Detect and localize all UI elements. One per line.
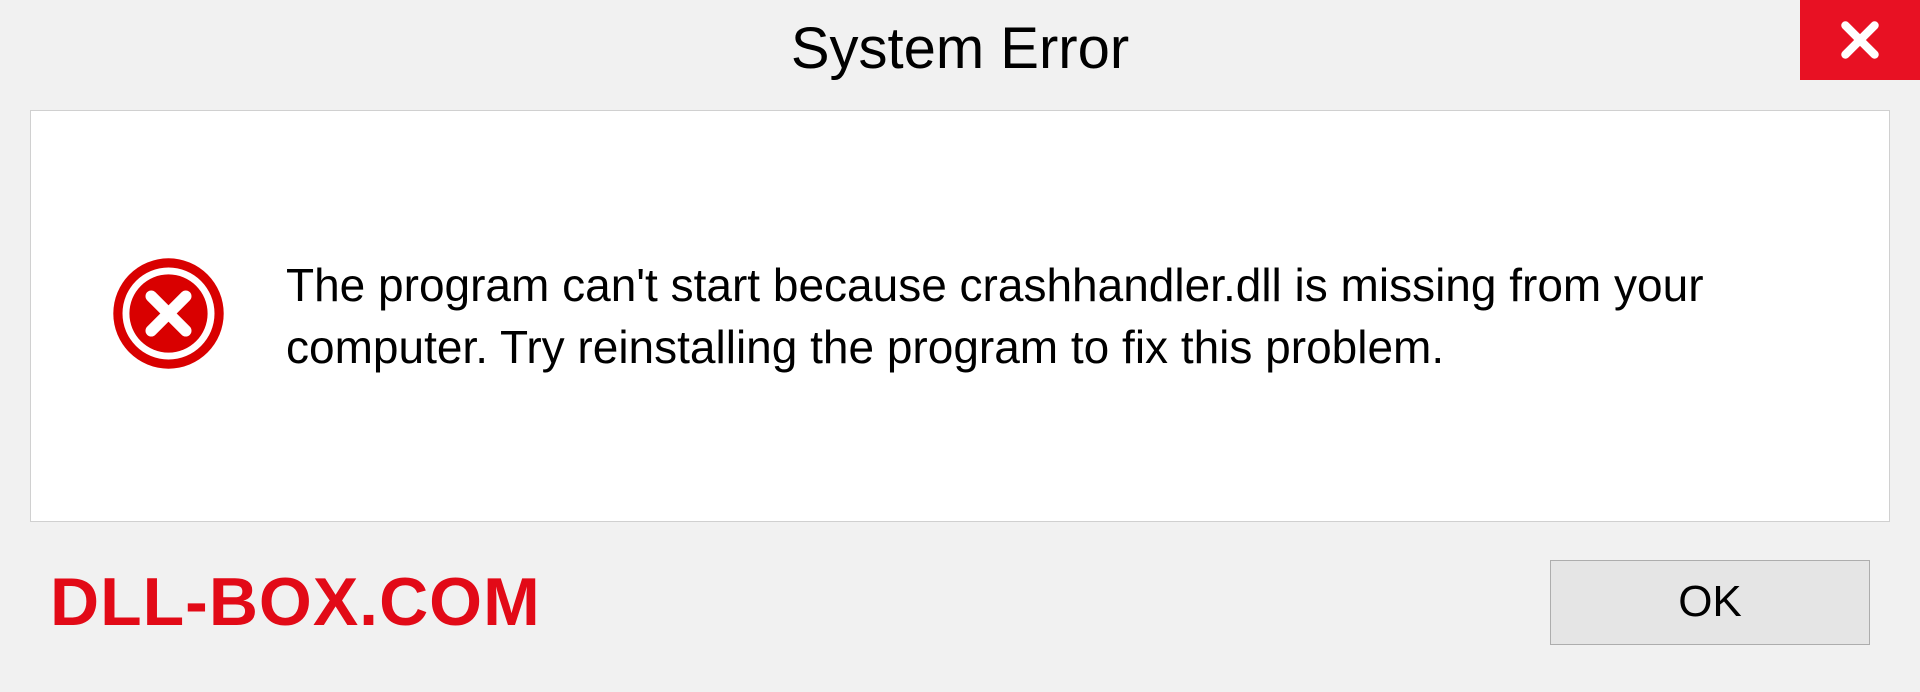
titlebar: System Error [0, 0, 1920, 100]
error-message: The program can't start because crashhan… [286, 254, 1786, 378]
ok-button[interactable]: OK [1550, 560, 1870, 645]
watermark-text: DLL-BOX.COM [50, 563, 541, 641]
close-icon [1835, 15, 1885, 65]
dialog-title: System Error [791, 15, 1129, 82]
error-icon [111, 256, 226, 376]
footer: DLL-BOX.COM OK [0, 522, 1920, 692]
error-dialog: System Error The program can't start bec… [0, 0, 1920, 692]
close-button[interactable] [1800, 0, 1920, 80]
content-area: The program can't start because crashhan… [30, 110, 1890, 522]
